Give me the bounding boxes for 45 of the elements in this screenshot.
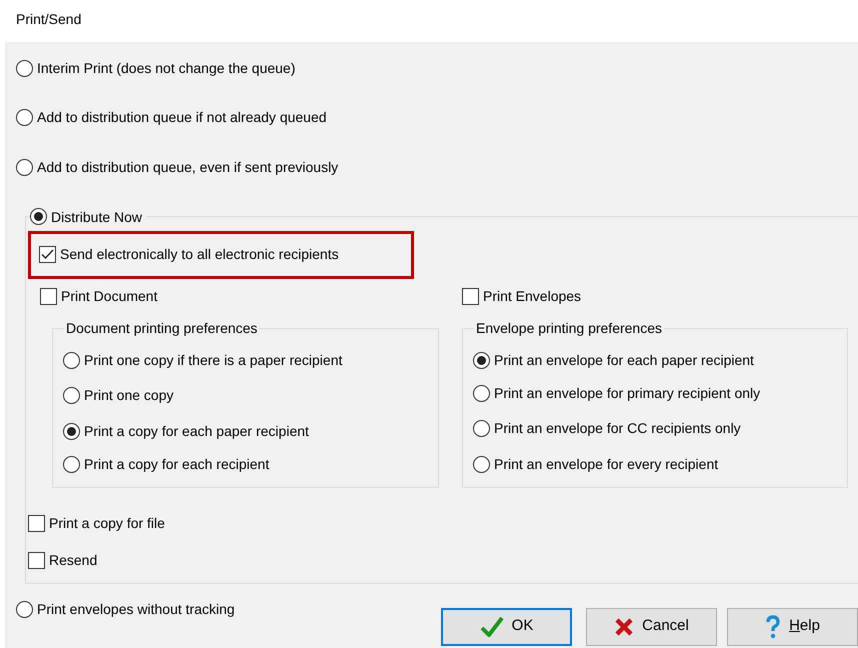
radio-button[interactable] bbox=[473, 456, 490, 472]
group-title: Envelope printing preferences bbox=[476, 320, 662, 336]
radio-option[interactable]: Add to distribution queue, even if sent previously bbox=[16, 155, 338, 179]
radio-option[interactable]: Print a copy for each recipient bbox=[63, 452, 270, 476]
radio-option[interactable]: Distribute Now bbox=[30, 204, 142, 228]
radio-option[interactable]: Add to distribution queue if not already queued bbox=[16, 106, 327, 130]
checkbox-option[interactable]: Print Envelopes bbox=[462, 284, 582, 308]
radio-option[interactable]: Print envelopes without tracking bbox=[16, 598, 235, 622]
radio-button[interactable] bbox=[30, 208, 47, 225]
radio-option[interactable]: Print one copy bbox=[63, 384, 174, 408]
checkbox[interactable] bbox=[39, 246, 56, 263]
checkbox[interactable] bbox=[462, 288, 479, 305]
checkbox-option[interactable]: Print a copy for file bbox=[28, 512, 165, 536]
checkbox[interactable] bbox=[40, 288, 57, 305]
radio-option[interactable]: Print an envelope for each paper recipient bbox=[473, 348, 754, 372]
x-icon bbox=[614, 616, 634, 636]
dialog-title: Print/Send bbox=[16, 11, 82, 27]
ok-button[interactable]: OK bbox=[441, 608, 572, 646]
radio-button[interactable] bbox=[16, 158, 33, 176]
radio-button[interactable] bbox=[473, 384, 490, 402]
checkbox-option[interactable]: Resend bbox=[28, 548, 98, 572]
help-button[interactable]: Help bbox=[727, 608, 858, 646]
radio-button[interactable] bbox=[473, 420, 490, 437]
checkbox-option[interactable]: Print Document bbox=[40, 284, 158, 308]
group-title: Document printing preferences bbox=[66, 320, 258, 336]
cancel-button[interactable]: Cancel bbox=[586, 608, 717, 646]
radio-button[interactable] bbox=[16, 109, 33, 126]
checkbox[interactable] bbox=[28, 552, 45, 568]
help-icon bbox=[765, 614, 782, 638]
radio-option[interactable]: Interim Print (does not change the queue) bbox=[16, 56, 296, 80]
checkbox[interactable] bbox=[28, 515, 45, 532]
radio-button[interactable] bbox=[63, 422, 80, 440]
radio-button[interactable] bbox=[16, 60, 33, 76]
radio-option[interactable]: Print an envelope for primary recipient only bbox=[473, 381, 760, 405]
radio-button[interactable] bbox=[63, 352, 80, 368]
radio-option[interactable]: Print an envelope for every recipient bbox=[473, 452, 718, 476]
radio-button[interactable] bbox=[63, 456, 80, 472]
check-icon bbox=[480, 616, 504, 638]
radio-button[interactable] bbox=[473, 352, 490, 368]
radio-button[interactable] bbox=[63, 387, 80, 404]
radio-option[interactable]: Print one copy if there is a paper recipient bbox=[63, 348, 342, 372]
checkbox-option[interactable]: Send electronically to all electronic recipients bbox=[39, 242, 339, 266]
radio-option[interactable]: Print a copy for each paper recipient bbox=[63, 419, 309, 443]
radio-button[interactable] bbox=[16, 601, 33, 618]
radio-option[interactable]: Print an envelope for CC recipients only bbox=[473, 416, 741, 440]
